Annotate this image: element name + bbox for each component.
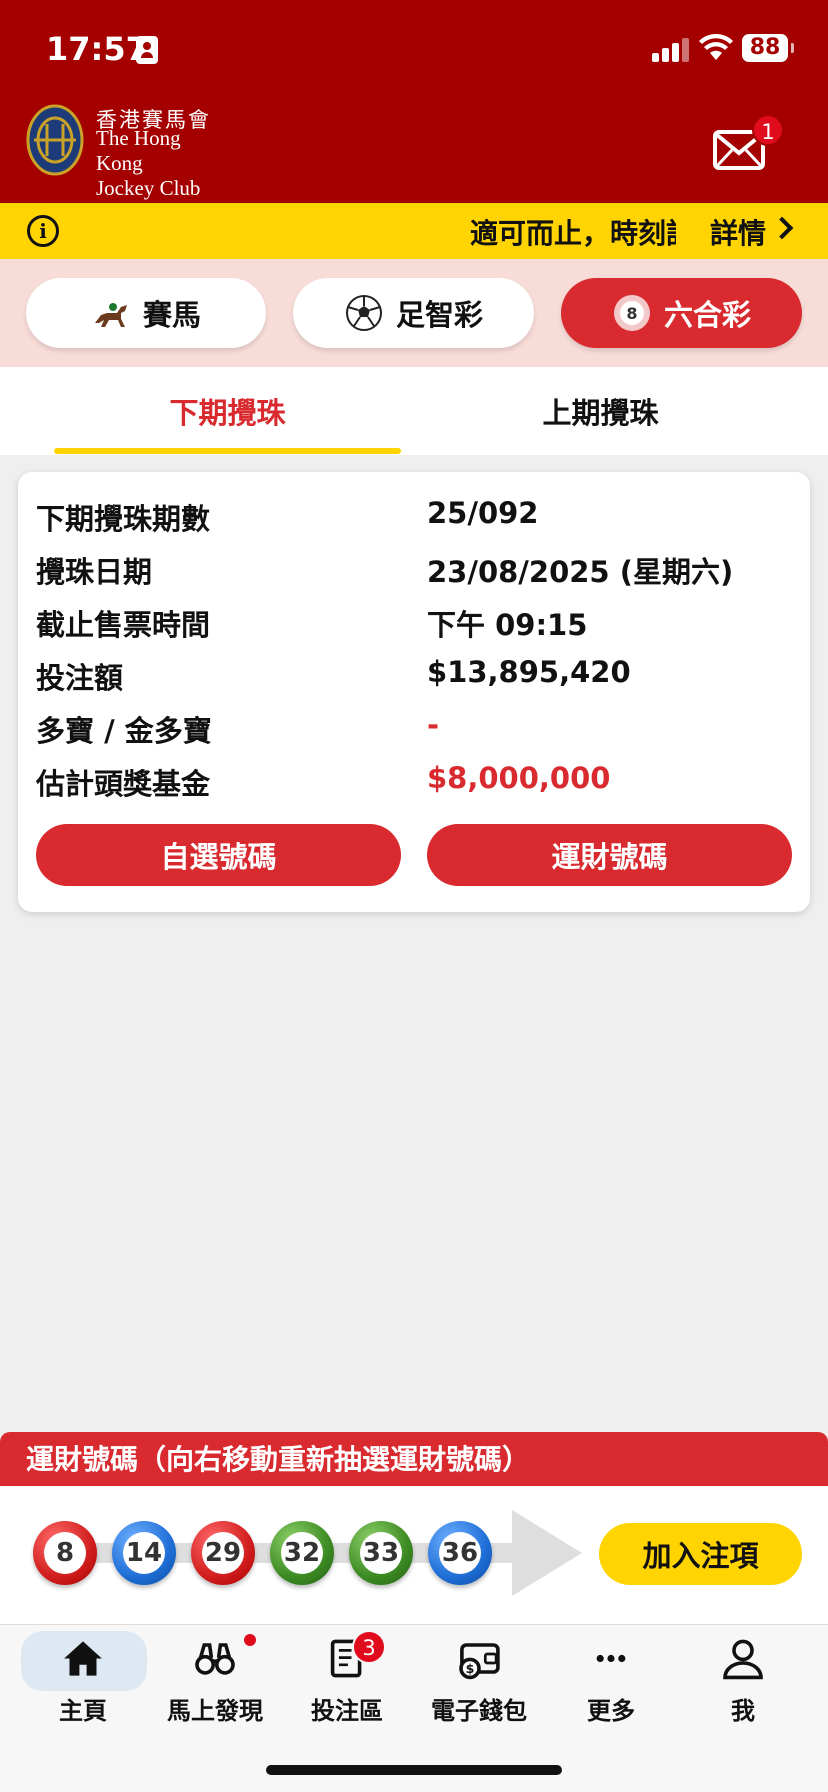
notice-detail-link[interactable]: 詳情 xyxy=(710,212,766,252)
lucky-pick-button[interactable]: 運財號碼 xyxy=(427,824,792,886)
turnover-label: 投注額 xyxy=(36,661,124,695)
nav-more[interactable]: 更多 xyxy=(551,1630,671,1726)
home-indicator[interactable] xyxy=(266,1765,562,1775)
mail-badge: 1 xyxy=(752,114,784,146)
home-icon xyxy=(64,1641,102,1676)
active-tab-indicator xyxy=(54,448,401,454)
wifi-icon xyxy=(699,34,733,60)
lucky-ball-5: 33 xyxy=(349,1521,413,1585)
draw-date-value: 23/08/2025 (星期六) xyxy=(427,555,734,589)
nav-wallet[interactable]: $ 電子錢包 xyxy=(419,1630,539,1726)
lucky-ball-4: 32 xyxy=(270,1521,334,1585)
football-icon xyxy=(345,295,382,331)
wallet-icon: $ xyxy=(459,1643,500,1680)
status-bar: 17:57 88 xyxy=(0,0,828,100)
lottery-ball-icon: 8 xyxy=(613,295,650,331)
logo-text-line1: The Hong Kong xyxy=(96,126,181,175)
info-icon: i xyxy=(27,215,59,247)
logo-text-english: The Hong Kong Jockey Club xyxy=(96,126,226,201)
cellular-signal-icon xyxy=(652,38,692,62)
sales-close-value: 下午 09:15 xyxy=(427,608,588,642)
snowball-value: - xyxy=(427,708,440,742)
ball-number: 32 xyxy=(281,1532,323,1574)
product-label: 賽馬 xyxy=(142,298,201,332)
notification-dot xyxy=(244,1634,256,1646)
ball-number: 14 xyxy=(123,1532,165,1574)
ball-number: 8 xyxy=(44,1532,86,1574)
nav-label: 馬上發現 xyxy=(167,1697,263,1725)
product-mark-six-button[interactable]: 8 六合彩 xyxy=(561,278,802,348)
svg-text:8: 8 xyxy=(626,304,637,323)
betslip-badge: 3 xyxy=(352,1630,386,1664)
ball-number: 33 xyxy=(360,1532,402,1574)
snowball-label: 多寶 / 金多寶 xyxy=(36,714,212,748)
nav-discover[interactable]: 馬上發現 xyxy=(155,1630,275,1726)
tab-last-draw[interactable]: 上期攪珠 xyxy=(427,367,774,455)
ball-number: 29 xyxy=(202,1532,244,1574)
nav-label: 更多 xyxy=(587,1697,635,1725)
ball-number: 36 xyxy=(439,1532,481,1574)
add-to-slip-button[interactable]: 加入注項 xyxy=(599,1523,802,1585)
nav-label: 主頁 xyxy=(59,1697,107,1725)
sales-close-label: 截止售票時間 xyxy=(36,608,211,642)
hkjc-emblem-icon xyxy=(26,104,84,176)
lucky-numbers-title: 運財號碼（向右移動重新抽選運財號碼） xyxy=(26,1443,531,1476)
nav-label: 投注區 xyxy=(311,1697,383,1725)
svg-text:$: $ xyxy=(466,1661,475,1676)
tab-next-draw[interactable]: 下期攪珠 xyxy=(54,367,401,455)
binoculars-icon xyxy=(195,1643,235,1675)
nav-betslip[interactable]: 投注區 xyxy=(287,1630,407,1726)
jackpot-label: 估計頭獎基金 xyxy=(36,767,211,801)
nav-profile[interactable]: 我 xyxy=(683,1630,803,1726)
nav-label: 我 xyxy=(731,1697,755,1725)
lucky-ball-2: 14 xyxy=(112,1521,176,1585)
nav-home[interactable]: 主頁 xyxy=(21,1630,147,1726)
contact-card-icon xyxy=(136,36,158,64)
product-label: 六合彩 xyxy=(663,298,751,332)
notice-bar xyxy=(0,203,828,259)
logo-text-line2: Jockey Club xyxy=(96,176,201,200)
nav-label: 電子錢包 xyxy=(431,1697,527,1725)
profile-icon xyxy=(723,1639,763,1680)
racehorse-icon xyxy=(94,303,127,327)
notice-text: 適可而止，時刻記 xyxy=(470,217,676,250)
jackpot-value: $8,000,000 xyxy=(427,761,611,795)
draw-number-label: 下期攪珠期數 xyxy=(36,502,211,536)
battery-indicator: 88 xyxy=(742,34,794,62)
hkjc-logo[interactable]: 香港賽馬會 The Hong Kong Jockey Club xyxy=(26,104,226,200)
lucky-ball-6: 36 xyxy=(428,1521,492,1585)
self-pick-button[interactable]: 自選號碼 xyxy=(36,824,401,886)
product-label: 足智彩 xyxy=(395,298,483,332)
status-time: 17:57 xyxy=(46,30,148,68)
product-horse-racing-button[interactable]: 賽馬 xyxy=(26,278,266,348)
draw-number-value: 25/092 xyxy=(427,496,539,530)
turnover-value: $13,895,420 xyxy=(427,655,631,689)
lucky-ball-3: 29 xyxy=(191,1521,255,1585)
product-football-button[interactable]: 足智彩 xyxy=(293,278,534,348)
more-icon xyxy=(596,1654,626,1663)
lucky-ball-1: 8 xyxy=(33,1521,97,1585)
draw-date-label: 攪珠日期 xyxy=(36,555,153,589)
